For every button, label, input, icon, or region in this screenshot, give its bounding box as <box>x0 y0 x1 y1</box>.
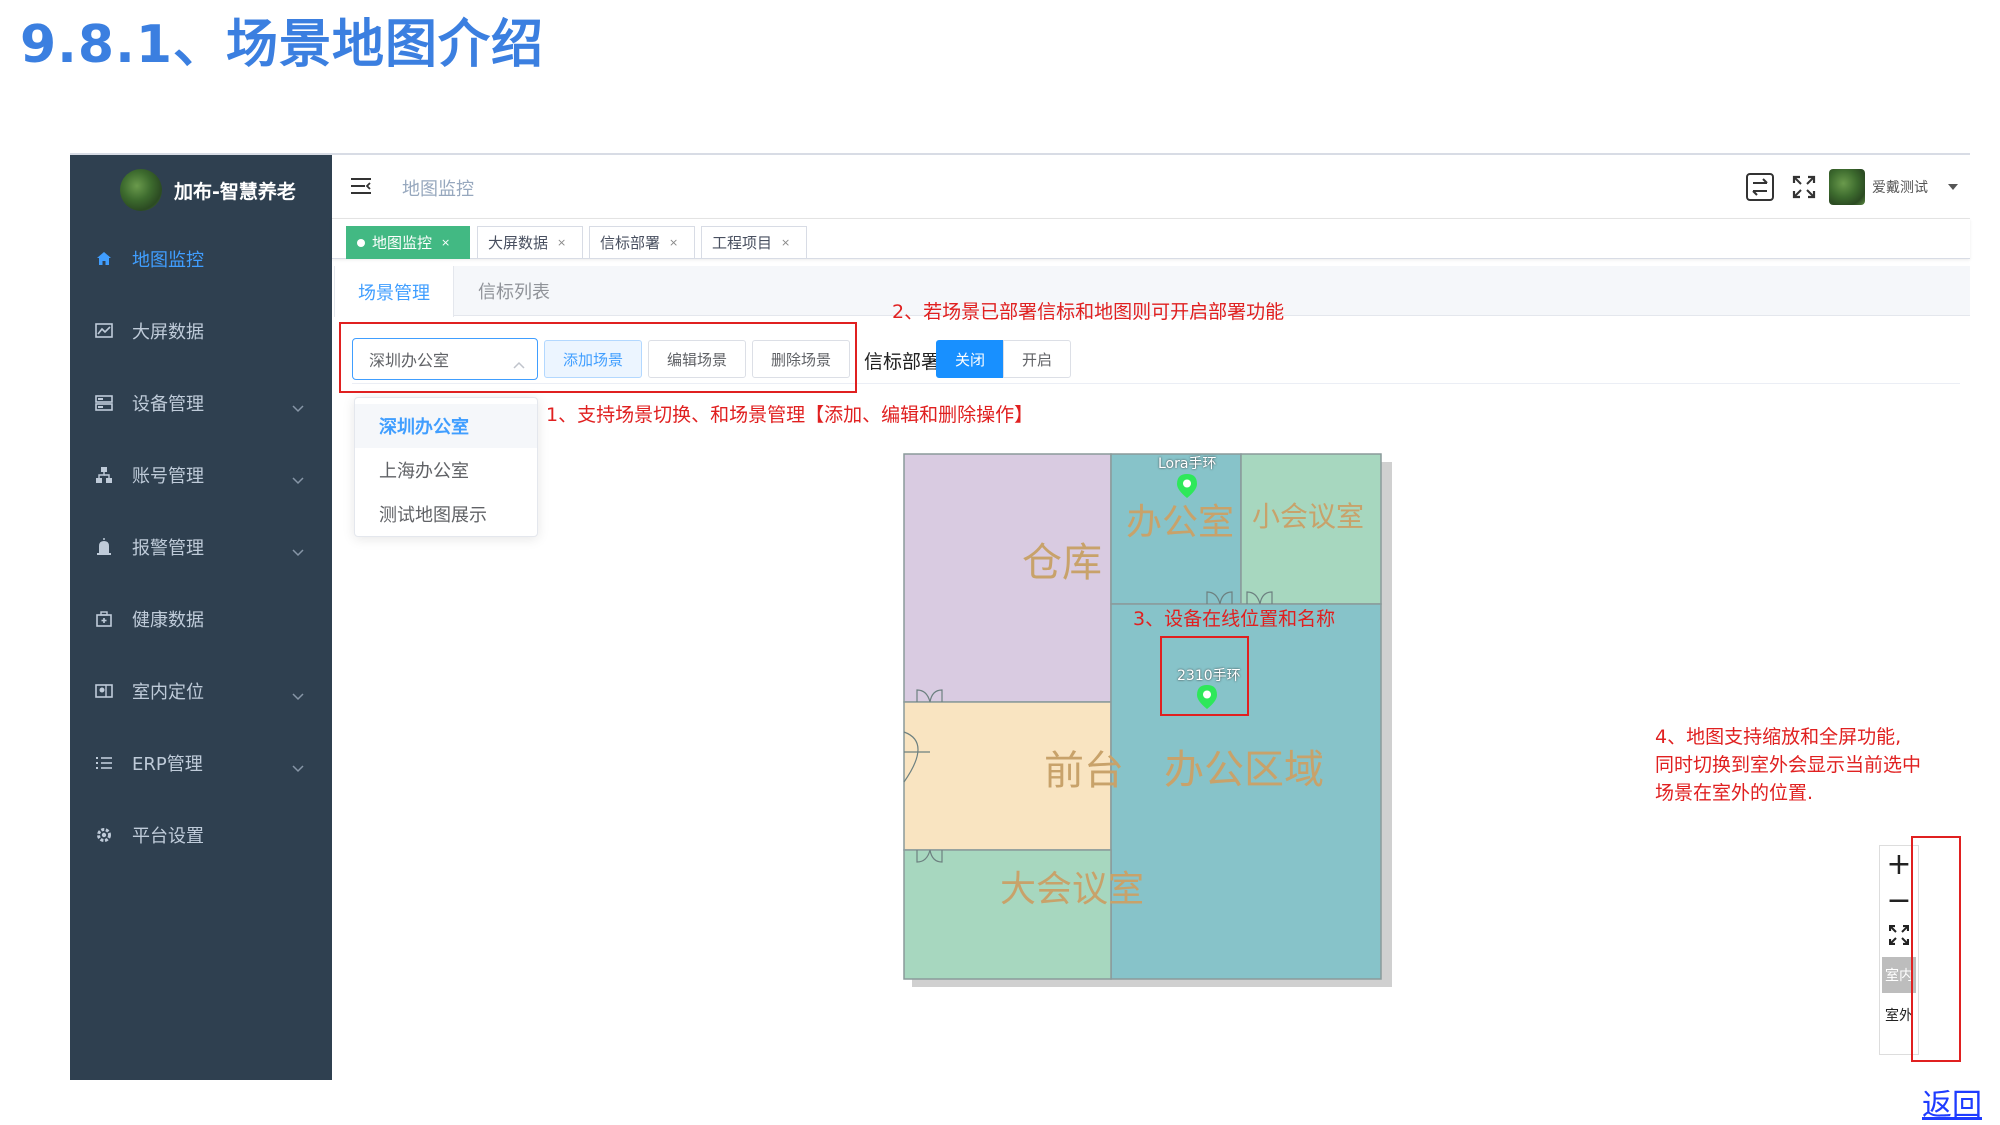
tags-view: 地图监控 × 大屏数据 × 信标部署 × 工程项目 × <box>332 219 1970 259</box>
deploy-off-button[interactable]: 关闭 <box>936 340 1004 378</box>
sidebar: 加布-智慧养老 地图监控 大屏数据 设备管理 账号管理 报警管理 健康数据 室内… <box>70 155 332 1080</box>
sidebar-item-map-monitor[interactable]: 地图监控 <box>70 233 332 285</box>
sidebar-item-platform-settings[interactable]: 平台设置 <box>70 809 332 861</box>
chevron-down-icon <box>292 469 304 485</box>
breadcrumb[interactable]: 地图监控 <box>402 175 474 201</box>
active-dot-icon <box>357 238 365 247</box>
sidebar-item-label: 账号管理 <box>132 466 204 487</box>
sidebar-item-label: 健康数据 <box>132 610 204 631</box>
room-label-large-meeting: 大会议室 <box>1000 869 1145 910</box>
map-fullscreen-icon[interactable] <box>1888 924 1910 949</box>
logo-text: 加布-智慧养老 <box>174 180 296 203</box>
back-link[interactable]: 返回 <box>1922 1080 1982 1124</box>
caret-down-icon[interactable] <box>1948 184 1958 190</box>
sidebar-item-label: ERP管理 <box>132 754 203 775</box>
tag-big-screen[interactable]: 大屏数据 × <box>477 226 583 259</box>
alarm-icon <box>94 537 114 557</box>
annotation-3: 3、设备在线位置和名称 <box>1133 608 1336 630</box>
sidebar-item-label: 平台设置 <box>132 826 204 847</box>
health-icon <box>94 609 114 629</box>
annotation-box-device <box>1160 636 1249 716</box>
chart-icon <box>94 321 114 341</box>
sidebar-item-erp-management[interactable]: ERP管理 <box>70 737 332 789</box>
sidebar-item-label: 地图监控 <box>132 250 204 271</box>
annotation-2: 2、若场景已部署信标和地图则可开启部署功能 <box>892 301 1285 323</box>
chevron-down-icon <box>292 541 304 557</box>
avatar[interactable] <box>1829 169 1865 205</box>
logo: 加布-智慧养老 <box>120 165 310 215</box>
fullscreen-icon[interactable] <box>1792 175 1816 203</box>
sidebar-item-health-data[interactable]: 健康数据 <box>70 593 332 645</box>
sidebar-item-account-management[interactable]: 账号管理 <box>70 449 332 501</box>
scene-option-test-map[interactable]: 测试地图展示 <box>355 492 537 536</box>
sidebar-item-label: 设备管理 <box>132 394 204 415</box>
tree-icon <box>94 465 114 485</box>
close-icon[interactable]: × <box>669 236 678 249</box>
gear-icon <box>94 825 114 845</box>
username[interactable]: 爱戴测试 <box>1872 177 1928 197</box>
tag-label: 信标部署 <box>600 234 661 252</box>
close-icon[interactable]: × <box>441 236 450 249</box>
scene-option-shanghai[interactable]: 上海办公室 <box>355 448 537 492</box>
room-label-small-meeting: 小会议室 <box>1252 500 1365 533</box>
tag-beacon-deploy[interactable]: 信标部署 × <box>589 226 695 259</box>
device-label-lora: Lora手环 <box>1158 456 1217 472</box>
app-window: 加布-智慧养老 地图监控 大屏数据 设备管理 账号管理 报警管理 健康数据 室内… <box>70 153 1970 1080</box>
list-icon <box>94 753 114 773</box>
annotation-4-line-3: 场景在室外的位置. <box>1655 782 1814 804</box>
room-label-warehouse: 仓库 <box>1022 540 1102 586</box>
sidebar-item-label: 报警管理 <box>132 538 204 559</box>
sidebar-item-label: 室内定位 <box>132 682 204 703</box>
sidebar-item-big-screen[interactable]: 大屏数据 <box>70 305 332 357</box>
location-pin-icon[interactable] <box>1176 473 1198 503</box>
room-label-office-area: 办公区域 <box>1164 747 1324 793</box>
annotation-4-line-1: 4、地图支持缩放和全屏功能, <box>1655 726 1902 748</box>
sidebar-item-indoor-positioning[interactable]: 室内定位 <box>70 665 332 717</box>
deploy-on-button[interactable]: 开启 <box>1003 340 1071 378</box>
sidebar-item-alarm-management[interactable]: 报警管理 <box>70 521 332 573</box>
tag-label: 地图监控 <box>372 234 433 252</box>
chevron-down-icon <box>292 397 304 413</box>
chevron-down-icon <box>292 757 304 773</box>
annotation-box-map-controls <box>1911 836 1961 1062</box>
page-title: 9.8.1、场景地图介绍 <box>20 15 545 75</box>
tag-map-monitor[interactable]: 地图监控 × <box>346 226 470 259</box>
tag-label: 工程项目 <box>712 234 773 252</box>
chevron-down-icon <box>292 685 304 701</box>
scene-option-shenzhen[interactable]: 深圳办公室 <box>355 404 537 448</box>
annotation-box-toolbar <box>339 322 857 393</box>
sidebar-item-device-management[interactable]: 设备管理 <box>70 377 332 429</box>
logo-image <box>120 169 162 211</box>
tag-label: 大屏数据 <box>488 234 549 252</box>
tab-scene-management[interactable]: 场景管理 <box>334 266 454 317</box>
close-icon[interactable]: × <box>781 236 790 249</box>
server-icon <box>94 393 114 413</box>
room-label-reception: 前台 <box>1044 748 1124 794</box>
home-icon <box>94 249 114 269</box>
map-icon <box>94 681 114 701</box>
tag-engineering-project[interactable]: 工程项目 × <box>701 226 807 259</box>
close-icon[interactable]: × <box>557 236 566 249</box>
scene-dropdown: 深圳办公室 上海办公室 测试地图展示 <box>354 397 538 537</box>
hamburger-icon[interactable] <box>350 176 372 200</box>
size-switch-icon[interactable] <box>1745 172 1775 206</box>
beacon-deploy-label: 信标部署 <box>864 351 941 373</box>
navbar: 地图监控 爱戴测试 <box>332 155 1970 219</box>
tab-beacon-list[interactable]: 信标列表 <box>454 266 574 316</box>
annotation-1: 1、支持场景切换、和场景管理【添加、编辑和删除操作】 <box>546 404 1034 426</box>
sidebar-item-label: 大屏数据 <box>132 322 204 343</box>
annotation-4-line-2: 同时切换到室外会显示当前选中 <box>1655 754 1922 776</box>
